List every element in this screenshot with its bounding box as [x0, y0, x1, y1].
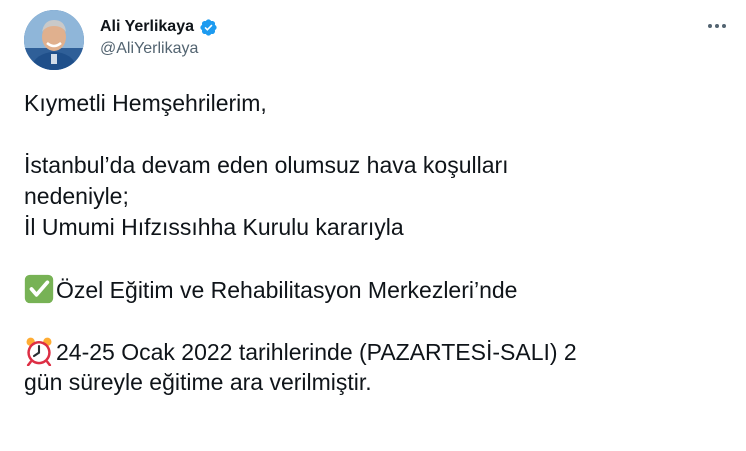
tweet-line: gün süreyle eğitime ara verilmiştir. [24, 369, 372, 395]
tweet-line: İl Umumi Hıfzıssıhha Kurulu kararıyla [24, 214, 404, 240]
author-names: Ali Yerlikaya @AliYerlikaya [100, 16, 218, 58]
more-options-icon[interactable] [704, 14, 730, 38]
alarm-clock-emoji [24, 336, 54, 367]
tweet-line-with-alarm: 24-25 Ocak 2022 tarihlerinde (PAZARTESİ-… [24, 336, 730, 367]
author-handle[interactable]: @AliYerlikaya [100, 40, 218, 58]
tweet-line: Kıymetli Hemşehrilerim, [24, 90, 267, 116]
tweet-line-with-check: Özel Eğitim ve Rehabilitasyon Merkezleri… [24, 274, 730, 305]
tweet-line-text: 24-25 Ocak 2022 tarihlerinde (PAZARTESİ-… [56, 339, 577, 365]
check-mark-button-emoji [24, 274, 54, 304]
tweet-text: Kıymetli Hemşehrilerim, İstanbul’da deva… [24, 88, 730, 398]
avatar[interactable] [24, 10, 84, 70]
author-display-name[interactable]: Ali Yerlikaya [100, 18, 194, 36]
verified-badge-icon [199, 18, 218, 37]
tweet-card: Ali Yerlikaya @AliYerlikaya Kıymetli Hem… [0, 0, 746, 451]
tweet-line: İstanbul’da devam eden olumsuz hava koşu… [24, 152, 509, 178]
tweet-line: nedeniyle; [24, 183, 129, 209]
tweet-header: Ali Yerlikaya @AliYerlikaya [24, 10, 732, 70]
tweet-line-text: Özel Eğitim ve Rehabilitasyon Merkezleri… [56, 277, 518, 303]
display-name-row: Ali Yerlikaya [100, 16, 218, 38]
